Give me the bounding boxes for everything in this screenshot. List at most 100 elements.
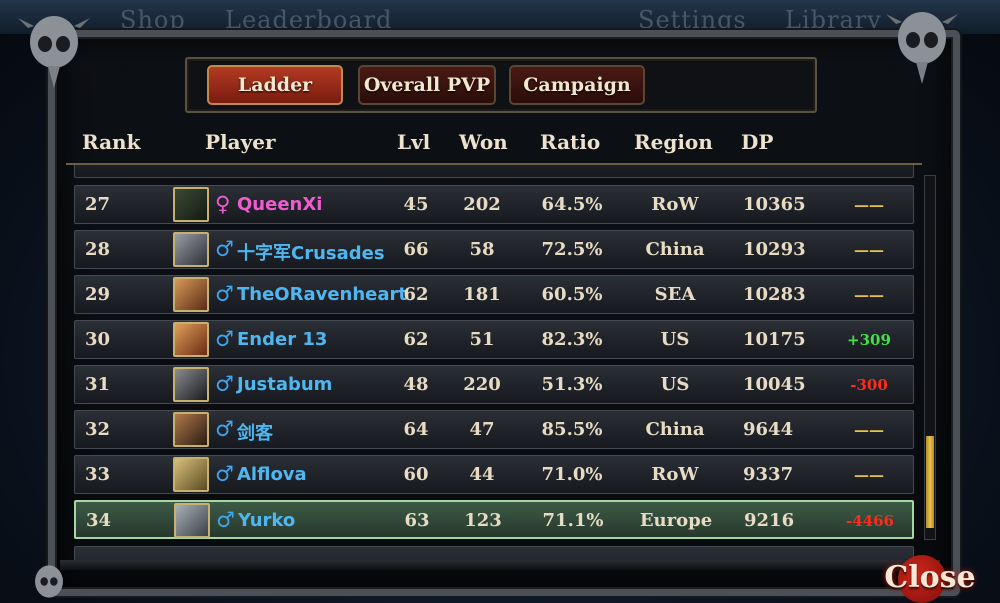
- level-cell: 63: [404, 510, 430, 531]
- won-cell: 51: [469, 329, 495, 350]
- region-cell: Europe: [639, 510, 713, 531]
- female-gender-icon: ♀: [215, 191, 231, 216]
- player-name[interactable]: Justabum: [237, 374, 332, 395]
- avatar[interactable]: [173, 187, 209, 222]
- ratio-cell: 60.5%: [541, 284, 603, 305]
- table-row-partial: [74, 165, 914, 178]
- rank-cell: 27: [85, 194, 111, 215]
- dp-cell: 9644: [743, 419, 794, 440]
- level-cell: 62: [403, 284, 429, 305]
- table-row-partial: [74, 546, 914, 560]
- won-cell: 123: [464, 510, 502, 531]
- region-cell: US: [660, 329, 690, 350]
- dp-change-cell: ——: [854, 241, 884, 259]
- level-cell: 45: [403, 194, 429, 215]
- tab-campaign[interactable]: Campaign: [509, 65, 645, 105]
- player-name[interactable]: Yurko: [238, 510, 295, 531]
- ratio-cell: 85.5%: [541, 419, 603, 440]
- dp-change-cell: ——: [854, 286, 884, 304]
- avatar[interactable]: [173, 277, 209, 312]
- level-cell: 48: [403, 374, 429, 395]
- region-cell: China: [645, 419, 705, 440]
- level-cell: 64: [403, 419, 429, 440]
- scrollbar-thumb[interactable]: [926, 436, 934, 528]
- won-cell: 181: [463, 284, 501, 305]
- won-cell: 220: [463, 374, 501, 395]
- rank-cell: 30: [85, 329, 111, 350]
- won-cell: 47: [469, 419, 495, 440]
- panel-bottom-edge: [60, 560, 940, 570]
- skull-ornament-icon: [886, 12, 958, 84]
- won-cell: 58: [469, 239, 495, 260]
- male-gender-icon: ♂: [215, 326, 234, 351]
- table-row[interactable]: 32 ♂ 剑客 64 47 85.5% China 9644 ——: [74, 410, 914, 449]
- table-row[interactable]: 29 ♂ TheORavenheart 62 181 60.5% SEA 102…: [74, 275, 914, 314]
- region-cell: SEA: [654, 284, 696, 305]
- rank-cell: 29: [85, 284, 111, 305]
- male-gender-icon: ♂: [215, 371, 234, 396]
- ratio-cell: 51.3%: [541, 374, 603, 395]
- close-button[interactable]: Close: [880, 552, 980, 602]
- player-name[interactable]: TheORavenheart: [237, 284, 407, 305]
- rank-cell: 33: [85, 464, 111, 485]
- dp-change-cell: +309: [847, 331, 891, 349]
- won-cell: 44: [469, 464, 495, 485]
- column-header-won: Won: [459, 130, 508, 154]
- leaderboard-list[interactable]: 27 ♀ QueenXi 45 202 64.5% RoW 10365 —— 2…: [66, 163, 922, 560]
- top-navigation-bar: Shop Leaderboard Settings Library: [0, 0, 1000, 34]
- level-cell: 62: [403, 329, 429, 350]
- tab-bar: Ladder Overall PVP Campaign: [185, 57, 817, 113]
- dp-change-cell: ——: [854, 421, 884, 439]
- region-cell: RoW: [651, 464, 699, 485]
- won-cell: 202: [463, 194, 501, 215]
- table-row[interactable]: 27 ♀ QueenXi 45 202 64.5% RoW 10365 ——: [74, 185, 914, 224]
- column-header-player: Player: [205, 130, 276, 154]
- tab-overall-pvp[interactable]: Overall PVP: [358, 65, 496, 105]
- column-header-lvl: Lvl: [397, 130, 431, 154]
- male-gender-icon: ♂: [216, 507, 235, 532]
- table-row[interactable]: 30 ♂ Ender 13 62 51 82.3% US 10175 +309: [74, 320, 914, 359]
- dp-change-cell: -300: [850, 376, 888, 394]
- table-row[interactable]: 28 ♂ 十字军Crusades 66 58 72.5% China 10293…: [74, 230, 914, 269]
- region-cell: RoW: [651, 194, 699, 215]
- dp-change-cell: ——: [854, 196, 884, 214]
- ratio-cell: 71.0%: [541, 464, 603, 485]
- dp-cell: 10175: [743, 329, 806, 350]
- player-name[interactable]: 剑客: [237, 419, 273, 445]
- dp-change-cell: ——: [854, 466, 884, 484]
- player-name[interactable]: 十字军Crusades: [237, 239, 385, 265]
- avatar[interactable]: [173, 232, 209, 267]
- table-row[interactable]: 33 ♂ Alflova 60 44 71.0% RoW 9337 ——: [74, 455, 914, 494]
- male-gender-icon: ♂: [215, 236, 234, 261]
- ratio-cell: 82.3%: [541, 329, 603, 350]
- column-header-ratio: Ratio: [540, 130, 601, 154]
- dp-cell: 10283: [743, 284, 806, 305]
- dp-cell: 9216: [744, 510, 795, 531]
- avatar[interactable]: [173, 322, 209, 357]
- rank-cell: 32: [85, 419, 111, 440]
- table-row-current-player[interactable]: 34 ♂ Yurko 63 123 71.1% Europe 9216 -446…: [74, 500, 914, 539]
- avatar[interactable]: [173, 412, 209, 447]
- region-cell: US: [660, 374, 690, 395]
- player-name[interactable]: Ender 13: [237, 329, 327, 350]
- level-cell: 60: [403, 464, 429, 485]
- table-row[interactable]: 31 ♂ Justabum 48 220 51.3% US 10045 -300: [74, 365, 914, 404]
- ratio-cell: 64.5%: [541, 194, 603, 215]
- tab-ladder[interactable]: Ladder: [207, 65, 343, 105]
- column-header-dp: DP: [741, 130, 774, 154]
- dp-cell: 9337: [743, 464, 794, 485]
- skull-ornament-icon: [18, 16, 90, 88]
- rank-cell: 31: [85, 374, 111, 395]
- region-cell: China: [645, 239, 705, 260]
- column-header-region: Region: [634, 130, 713, 154]
- level-cell: 66: [403, 239, 429, 260]
- avatar[interactable]: [173, 457, 209, 492]
- rank-cell: 34: [86, 510, 112, 531]
- dp-cell: 10365: [743, 194, 806, 215]
- male-gender-icon: ♂: [215, 416, 234, 441]
- avatar[interactable]: [173, 367, 209, 402]
- avatar[interactable]: [174, 503, 210, 538]
- scrollbar[interactable]: [924, 175, 936, 540]
- player-name[interactable]: Alflova: [237, 464, 307, 485]
- player-name[interactable]: QueenXi: [237, 194, 322, 215]
